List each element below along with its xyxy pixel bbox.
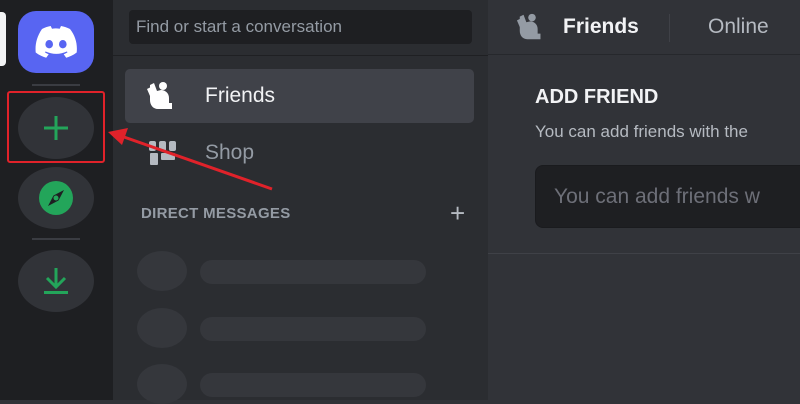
discord-logo-icon [35, 26, 77, 58]
sidebar-item-friends[interactable]: Friends [125, 69, 474, 123]
dm-placeholder-row [137, 364, 437, 404]
avatar-placeholder [137, 364, 187, 404]
search-input[interactable]: Find or start a conversation [129, 10, 472, 44]
friends-wave-icon [516, 12, 548, 47]
main-panel: Friends Online ADD FRIEND You can add fr… [488, 0, 800, 400]
home-button[interactable] [18, 11, 94, 73]
avatar-placeholder [137, 308, 187, 348]
add-friend-description: You can add friends with the [535, 122, 748, 141]
download-apps-button[interactable] [18, 250, 94, 312]
divider [113, 55, 488, 56]
add-friend-heading: ADD FRIEND [535, 86, 659, 108]
name-placeholder [200, 260, 426, 284]
compass-icon [39, 181, 73, 215]
dm-sidebar: Find or start a conversation Friends Sho… [113, 0, 488, 404]
server-rail [0, 0, 113, 400]
divider [488, 253, 800, 254]
friends-label: Friends [205, 84, 276, 107]
avatar-placeholder [137, 251, 187, 291]
name-placeholder [200, 373, 426, 397]
direct-messages-header: DIRECT MESSAGES [141, 205, 291, 222]
selected-indicator [0, 12, 6, 66]
annotation-highlight-box [7, 91, 105, 163]
page-title: Friends [563, 15, 639, 38]
name-placeholder [200, 317, 426, 341]
shop-label: Shop [205, 141, 255, 164]
divider [669, 14, 670, 42]
sidebar-item-shop[interactable]: Shop [125, 126, 474, 180]
dm-placeholder-row [137, 308, 437, 348]
dm-placeholder-row [137, 251, 437, 291]
download-icon [44, 268, 68, 294]
tab-online[interactable]: Online [708, 15, 769, 39]
rail-divider [32, 238, 80, 240]
explore-servers-button[interactable] [18, 167, 94, 229]
top-bar: Friends Online [488, 0, 800, 55]
rail-divider [32, 84, 80, 86]
add-friend-input[interactable]: You can add friends w [535, 165, 800, 228]
shop-icon [143, 136, 183, 170]
friends-wave-icon [143, 79, 183, 113]
create-dm-button[interactable]: + [450, 198, 465, 228]
